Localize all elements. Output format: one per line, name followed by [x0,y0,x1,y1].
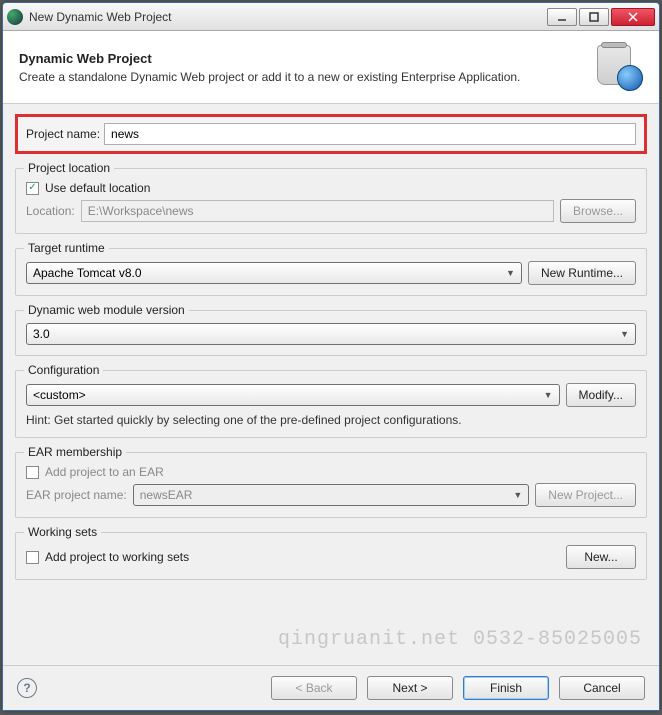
modify-button[interactable]: Modify... [566,383,636,407]
close-button[interactable] [611,8,655,26]
configuration-hint: Hint: Get started quickly by selecting o… [26,413,636,427]
configuration-select[interactable]: <custom> ▼ [26,384,560,406]
project-location-title: Project location [24,161,114,175]
module-version-group: Dynamic web module version 3.0 ▼ [15,310,647,356]
browse-button[interactable]: Browse... [560,199,636,223]
project-name-label: Project name: [26,127,100,141]
cancel-button[interactable]: Cancel [559,676,645,700]
chevron-down-icon: ▼ [513,490,522,500]
dialog-footer: ? < Back Next > Finish Cancel [3,665,659,710]
target-runtime-select[interactable]: Apache Tomcat v8.0 ▼ [26,262,522,284]
globe-icon [617,65,643,91]
configuration-group: Configuration <custom> ▼ Modify... Hint:… [15,370,647,438]
ear-membership-group: EAR membership Add project to an EAR EAR… [15,452,647,518]
project-name-row: Project name: [15,114,647,154]
next-button[interactable]: Next > [367,676,453,700]
target-runtime-title: Target runtime [24,241,109,255]
ear-project-name-value: newsEAR [140,488,193,502]
use-default-location-label: Use default location [45,181,150,195]
configuration-value: <custom> [33,388,86,402]
dialog-window: New Dynamic Web Project Dynamic Web Proj… [2,2,660,711]
add-to-working-sets-label: Add project to working sets [45,550,189,564]
configuration-title: Configuration [24,363,103,377]
chevron-down-icon: ▼ [544,390,553,400]
working-sets-title: Working sets [24,525,101,539]
page-title: Dynamic Web Project [19,51,595,66]
project-name-input[interactable] [104,123,636,145]
maximize-button[interactable] [579,8,609,26]
add-to-ear-checkbox[interactable] [26,466,39,479]
window-title: New Dynamic Web Project [29,10,547,24]
minimize-button[interactable] [547,8,577,26]
chevron-down-icon: ▼ [506,268,515,278]
module-version-title: Dynamic web module version [24,303,189,317]
target-runtime-value: Apache Tomcat v8.0 [33,266,142,280]
module-version-select[interactable]: 3.0 ▼ [26,323,636,345]
ear-membership-title: EAR membership [24,445,126,459]
titlebar[interactable]: New Dynamic Web Project [3,3,659,31]
working-sets-group: Working sets Add project to working sets… [15,532,647,580]
ear-project-name-label: EAR project name: [26,488,127,502]
new-ear-project-button[interactable]: New Project... [535,483,636,507]
use-default-location-checkbox[interactable] [26,182,39,195]
finish-button[interactable]: Finish [463,676,549,700]
back-button[interactable]: < Back [271,676,357,700]
location-label: Location: [26,204,75,218]
help-button[interactable]: ? [17,678,37,698]
target-runtime-group: Target runtime Apache Tomcat v8.0 ▼ New … [15,248,647,296]
module-version-value: 3.0 [33,327,50,341]
new-working-set-button[interactable]: New... [566,545,636,569]
page-subtitle: Create a standalone Dynamic Web project … [19,70,595,84]
add-to-ear-label: Add project to an EAR [45,465,164,479]
wizard-icon [595,43,643,91]
location-input [81,200,554,222]
new-runtime-button[interactable]: New Runtime... [528,261,636,285]
ear-project-name-select: newsEAR ▼ [133,484,530,506]
chevron-down-icon: ▼ [620,329,629,339]
eclipse-icon [7,9,23,25]
add-to-working-sets-checkbox[interactable] [26,551,39,564]
project-location-group: Project location Use default location Lo… [15,168,647,234]
wizard-header: Dynamic Web Project Create a standalone … [3,31,659,104]
